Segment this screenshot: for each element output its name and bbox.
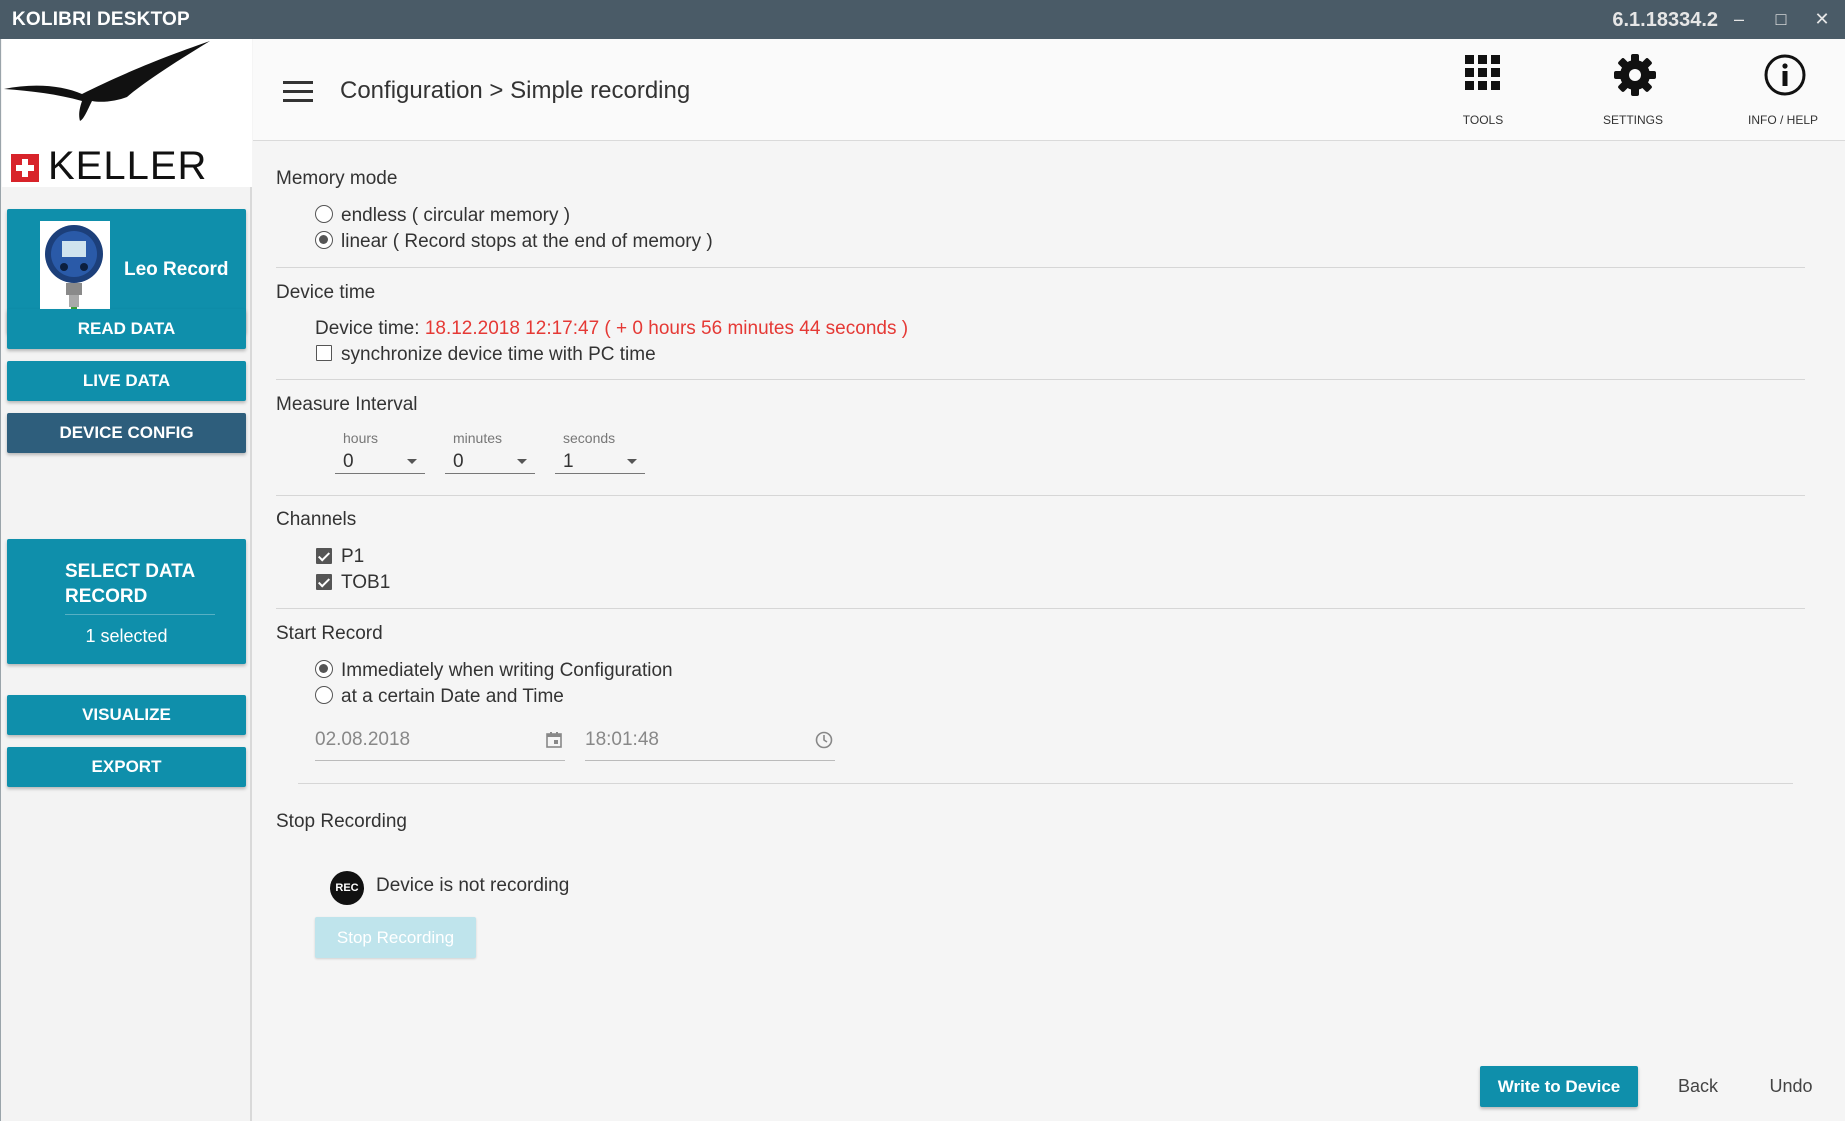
minutes-select[interactable]: minutes 0: [445, 430, 535, 474]
info-icon: [1764, 54, 1806, 96]
memory-endless-radio[interactable]: [315, 205, 333, 223]
settings-label: SETTINGS: [1602, 113, 1663, 127]
write-to-device-button[interactable]: Write to Device: [1480, 1066, 1638, 1107]
start-time-input[interactable]: 18:01:48: [585, 721, 835, 761]
read-data-button[interactable]: READ DATA: [7, 309, 246, 349]
device-time-title: Device time: [276, 282, 376, 303]
hours-label: hours: [343, 430, 379, 446]
undo-button[interactable]: Undo: [1751, 1066, 1831, 1107]
tools-label: TOOLS: [1462, 113, 1504, 127]
app-title: KOLIBRI DESKTOP: [12, 9, 190, 30]
close-button[interactable]: ✕: [1808, 5, 1836, 33]
tools-button[interactable]: TOOLS: [1428, 53, 1538, 133]
start-date-input[interactable]: 02.08.2018: [315, 721, 565, 761]
minutes-value: 0: [453, 451, 464, 472]
hours-select[interactable]: hours 0: [335, 430, 425, 474]
maximize-button[interactable]: □: [1767, 5, 1795, 33]
chevron-down-icon: [627, 459, 637, 464]
sync-time-label[interactable]: synchronize device time with PC time: [341, 344, 656, 366]
rec-icon: REC: [330, 871, 364, 905]
start-at-datetime-label[interactable]: at a certain Date and Time: [341, 686, 564, 708]
hamburger-menu-icon[interactable]: [283, 81, 313, 103]
seconds-select[interactable]: seconds 1: [555, 430, 645, 474]
gear-icon: [1614, 54, 1656, 96]
grid-icon: [1465, 55, 1500, 90]
start-record-title: Start Record: [276, 623, 383, 644]
select-data-record-button[interactable]: SELECT DATA RECORD 1 selected: [7, 539, 246, 664]
live-data-button[interactable]: LIVE DATA: [7, 361, 246, 401]
settings-button[interactable]: SETTINGS: [1578, 53, 1688, 133]
minimize-button[interactable]: ‒: [1725, 5, 1753, 33]
start-date-value: 02.08.2018: [315, 729, 411, 750]
sidebar: KELLER Leo Record READ DATA LIVE DATA DE…: [0, 39, 252, 1121]
chevron-down-icon: [517, 459, 527, 464]
divider: [298, 783, 1793, 784]
calendar-icon[interactable]: [545, 731, 563, 749]
pressure-gauge-icon: [45, 225, 103, 315]
channels-title: Channels: [276, 509, 357, 530]
stop-recording-title: Stop Recording: [276, 811, 407, 832]
memory-linear-label[interactable]: linear ( Record stops at the end of memo…: [341, 231, 713, 253]
device-photo: [40, 221, 110, 321]
title-bar: KOLIBRI DESKTOP 6.1.18334.2 ‒ □ ✕: [0, 0, 1845, 39]
selected-count: 1 selected: [85, 626, 168, 646]
device-name: Leo Record: [124, 259, 229, 280]
divider: [65, 614, 215, 615]
channel-p1-checkbox[interactable]: [316, 548, 332, 564]
info-help-button[interactable]: INFO / HELP: [1728, 53, 1838, 133]
seconds-label: seconds: [563, 430, 616, 446]
memory-mode-title: Memory mode: [276, 168, 398, 189]
hours-value: 0: [343, 451, 354, 472]
keller-logo: KELLER: [2, 39, 252, 188]
device-time-value: 18.12.2018 12:17:47 ( + 0 hours 56 minut…: [424, 318, 909, 339]
divider: [276, 379, 1805, 380]
seconds-value: 1: [563, 451, 574, 472]
start-immediately-label[interactable]: Immediately when writing Configuration: [341, 660, 673, 682]
measure-interval-title: Measure Interval: [276, 394, 418, 415]
channel-p1-label[interactable]: P1: [341, 546, 364, 568]
swiss-cross-icon: [11, 154, 39, 182]
stop-recording-button[interactable]: Stop Recording: [315, 917, 476, 958]
chevron-down-icon: [407, 459, 417, 464]
divider: [276, 267, 1805, 268]
bird-logo-icon: [4, 41, 210, 121]
device-time-readout: Device time: 18.12.2018 12:17:47 ( + 0 h…: [315, 318, 908, 340]
recording-status: Device is not recording: [376, 875, 570, 896]
divider: [276, 608, 1805, 609]
header: Configuration > Simple recording TOOLS S…: [253, 39, 1845, 142]
start-at-datetime-radio[interactable]: [315, 686, 333, 704]
device-config-button[interactable]: DEVICE CONFIG: [7, 413, 246, 453]
device-time-label: Device time:: [315, 318, 425, 339]
start-immediately-radio[interactable]: [315, 660, 333, 678]
channel-tob1-label[interactable]: TOB1: [341, 572, 390, 594]
export-button[interactable]: EXPORT: [7, 747, 246, 787]
select-data-record-label: SELECT DATA RECORD: [65, 561, 195, 607]
visualize-button[interactable]: VISUALIZE: [7, 695, 246, 735]
back-button[interactable]: Back: [1658, 1066, 1738, 1107]
brand-name: KELLER: [48, 144, 208, 188]
info-help-label: INFO / HELP: [1747, 113, 1818, 127]
config-content: Memory mode endless ( circular memory ) …: [253, 141, 1845, 1121]
memory-endless-label[interactable]: endless ( circular memory ): [341, 205, 570, 227]
clock-icon[interactable]: [815, 731, 833, 749]
minutes-label: minutes: [453, 430, 503, 446]
sync-time-checkbox[interactable]: [316, 345, 332, 361]
divider: [276, 495, 1805, 496]
breadcrumb: Configuration > Simple recording: [340, 77, 691, 104]
start-time-value: 18:01:48: [585, 729, 659, 750]
channel-tob1-checkbox[interactable]: [316, 574, 332, 590]
version-label: 6.1.18334.2: [1612, 9, 1718, 31]
memory-linear-radio[interactable]: [315, 231, 333, 249]
